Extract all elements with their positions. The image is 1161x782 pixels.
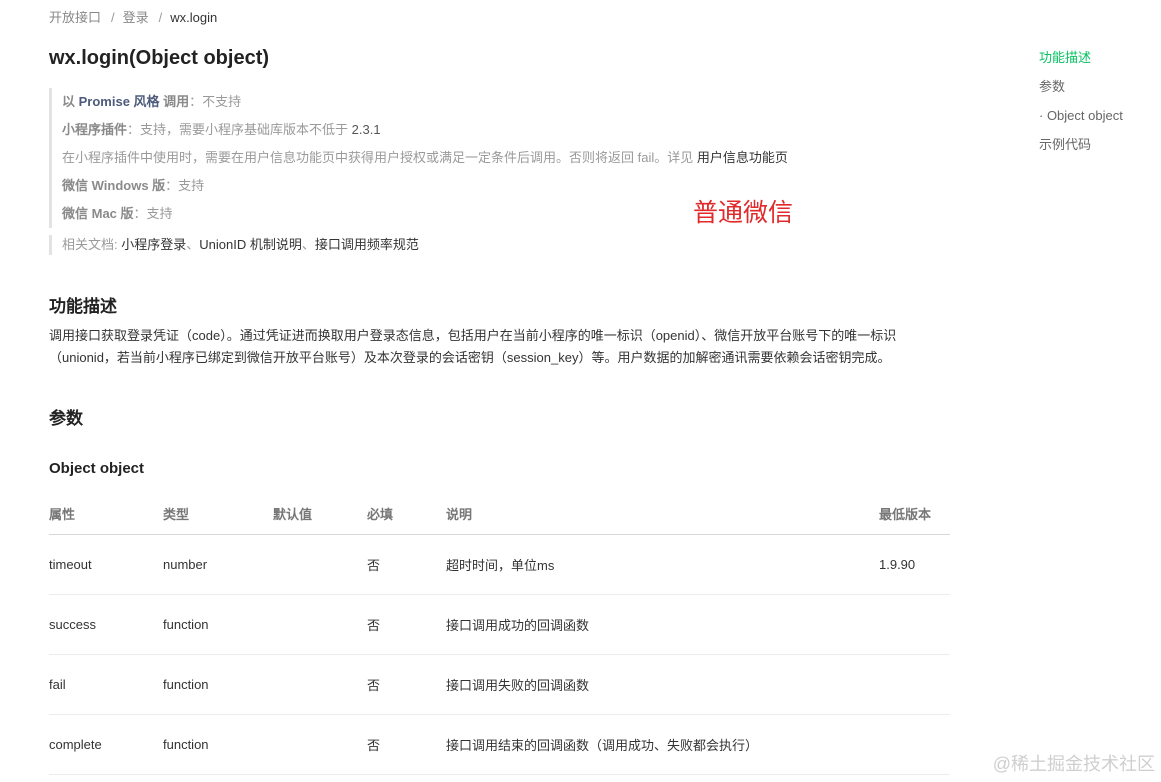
annotation-label: 普通微信 — [693, 199, 794, 227]
page-title: wx.login(Object object) — [49, 47, 270, 69]
related-link-unionid[interactable]: UnionID 机制说明 — [199, 237, 302, 252]
table-row: timeout number 否 超时时间，单位ms 1.9.90 — [49, 534, 950, 595]
column-header: 最低版本 — [879, 493, 950, 535]
note-label: 调用 — [159, 94, 190, 109]
table-cell: 接口调用失败的回调函数 — [446, 654, 879, 715]
watermark: @稀土掘金技术社区 — [992, 754, 1155, 774]
related-separator: 、 — [186, 237, 200, 252]
breadcrumb-link-login[interactable]: 登录 — [123, 10, 149, 25]
breadcrumb-separator: / — [158, 10, 163, 25]
promise-style-label: Promise 风格 — [78, 94, 160, 109]
note-label: 小程序插件 — [62, 122, 128, 137]
note-label: 微信 Mac 版 — [62, 206, 134, 221]
table-cell — [879, 654, 950, 715]
column-header: 类型 — [163, 493, 273, 535]
note-value: 在小程序插件中使用时，需要在用户信息功能页中获得用户授权或满足一定条件后调用。否… — [62, 150, 697, 165]
note-promise: 以 Promise 风格 调用：不支持 — [62, 88, 942, 116]
table-header-row: 属性 类型 默认值 必填 说明 最低版本 — [49, 493, 950, 535]
table-row: fail function 否 接口调用失败的回调函数 — [49, 654, 950, 715]
section-subtitle-object: Object object — [49, 460, 145, 477]
user-info-page-link[interactable]: 用户信息功能页 — [697, 150, 788, 165]
description-text: 调用接口获取登录凭证（code）。通过凭证进而换取用户登录态信息，包括用户在当前… — [49, 328, 897, 365]
table-cell: 否 — [367, 714, 446, 775]
toc-item-object[interactable]: · Object object — [1039, 106, 1123, 135]
table-cell: 否 — [367, 534, 446, 595]
related-link-rate-limit[interactable]: 接口调用频率规范 — [315, 237, 419, 252]
note-label: 以 — [62, 94, 79, 109]
table-cell: number — [163, 534, 273, 595]
table-cell: complete — [49, 714, 163, 775]
related-link-login[interactable]: 小程序登录 — [121, 237, 186, 252]
note-mac: 微信 Mac 版：支持 — [62, 200, 942, 228]
support-notes: 以 Promise 风格 调用：不支持 小程序插件：支持，需要小程序基础库版本不… — [49, 88, 942, 228]
toc-item-example[interactable]: 示例代码 — [1039, 135, 1123, 164]
table-cell: function — [163, 714, 273, 775]
table-cell: function — [163, 654, 273, 715]
column-header: 默认值 — [273, 493, 367, 535]
table-cell — [273, 534, 367, 595]
plugin-version: 2.3.1 — [351, 122, 381, 137]
table-cell: 接口调用成功的回调函数 — [446, 594, 879, 655]
related-separator: 、 — [301, 237, 315, 252]
table-cell: 接口调用结束的回调函数（调用成功、失败都会执行） — [446, 714, 879, 775]
table-cell: timeout — [49, 534, 163, 595]
section-title-description: 功能描述 — [49, 297, 117, 316]
table-cell — [879, 594, 950, 655]
params-table: 属性 类型 默认值 必填 说明 最低版本 timeout number 否 超时… — [49, 493, 950, 775]
column-header: 必填 — [367, 493, 446, 535]
table-cell: 否 — [367, 654, 446, 715]
table-cell — [879, 714, 950, 775]
table-row: success function 否 接口调用成功的回调函数 — [49, 594, 950, 655]
table-cell — [273, 654, 367, 715]
toc-item-description[interactable]: 功能描述 — [1039, 48, 1123, 77]
breadcrumb: 开放接口 / 登录 / wx.login — [49, 7, 217, 26]
note-windows: 微信 Windows 版：支持 — [62, 172, 942, 200]
section-title-params: 参数 — [49, 409, 83, 428]
note-plugin: 小程序插件：支持，需要小程序基础库版本不低于 2.3.1 — [62, 116, 942, 144]
related-docs: 相关文档: 小程序登录、UnionID 机制说明、接口调用频率规范 — [49, 235, 419, 255]
breadcrumb-separator: / — [111, 10, 115, 25]
table-cell — [273, 594, 367, 655]
note-label: 微信 Windows 版 — [62, 178, 166, 193]
table-cell — [273, 714, 367, 775]
table-of-contents: 功能描述 参数 · Object object 示例代码 — [1039, 48, 1123, 164]
note-value: ：支持 — [133, 206, 173, 221]
note-value: ：不支持 — [189, 94, 242, 109]
toc-item-params[interactable]: 参数 — [1039, 77, 1123, 106]
note-value: ：支持 — [165, 178, 205, 193]
column-header: 属性 — [49, 493, 163, 535]
table-cell: 超时时间，单位ms — [446, 534, 879, 595]
table-cell: function — [163, 594, 273, 655]
related-docs-label: 相关文档: — [62, 237, 122, 252]
breadcrumb-link-open-api[interactable]: 开放接口 — [49, 10, 101, 25]
table-cell: fail — [49, 654, 163, 715]
table-row: complete function 否 接口调用结束的回调函数（调用成功、失败都… — [49, 714, 950, 775]
table-cell: 1.9.90 — [879, 534, 950, 595]
breadcrumb-current: wx.login — [170, 10, 218, 25]
column-header: 说明 — [446, 493, 879, 535]
table-cell: 否 — [367, 594, 446, 655]
note-plugin-detail: 在小程序插件中使用时，需要在用户信息功能页中获得用户授权或满足一定条件后调用。否… — [62, 144, 942, 172]
table-cell: success — [49, 594, 163, 655]
note-value: ：支持，需要小程序基础库版本不低于 — [127, 122, 352, 137]
